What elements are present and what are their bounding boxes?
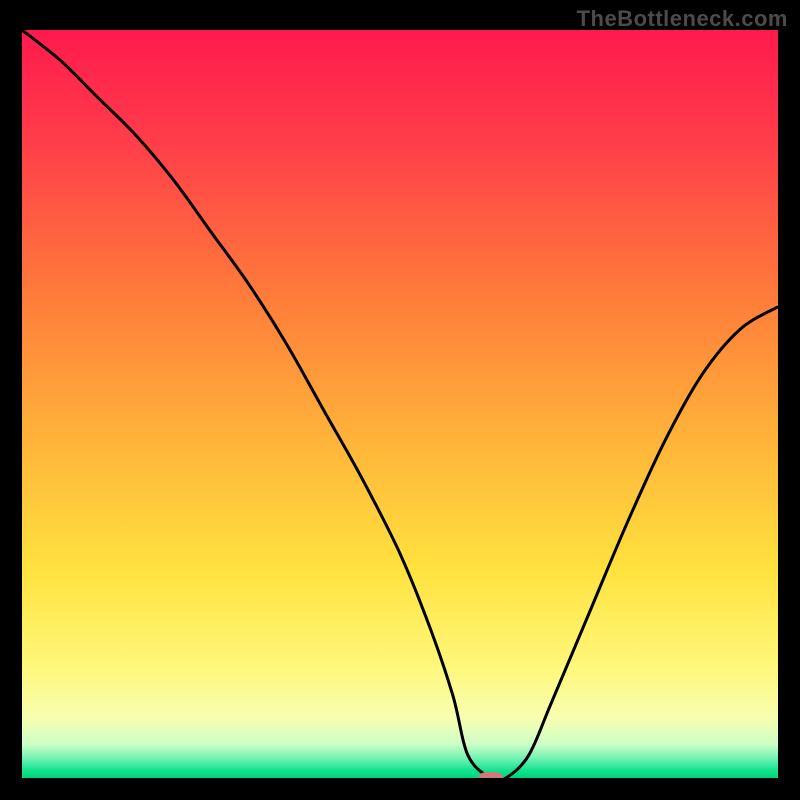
- bottleneck-plot: [22, 30, 778, 778]
- chart-frame: TheBottleneck.com: [0, 0, 800, 800]
- watermark-label: TheBottleneck.com: [577, 6, 788, 32]
- plot-area: [22, 30, 778, 778]
- gradient-rect: [22, 30, 778, 778]
- minimum-marker: [479, 772, 503, 778]
